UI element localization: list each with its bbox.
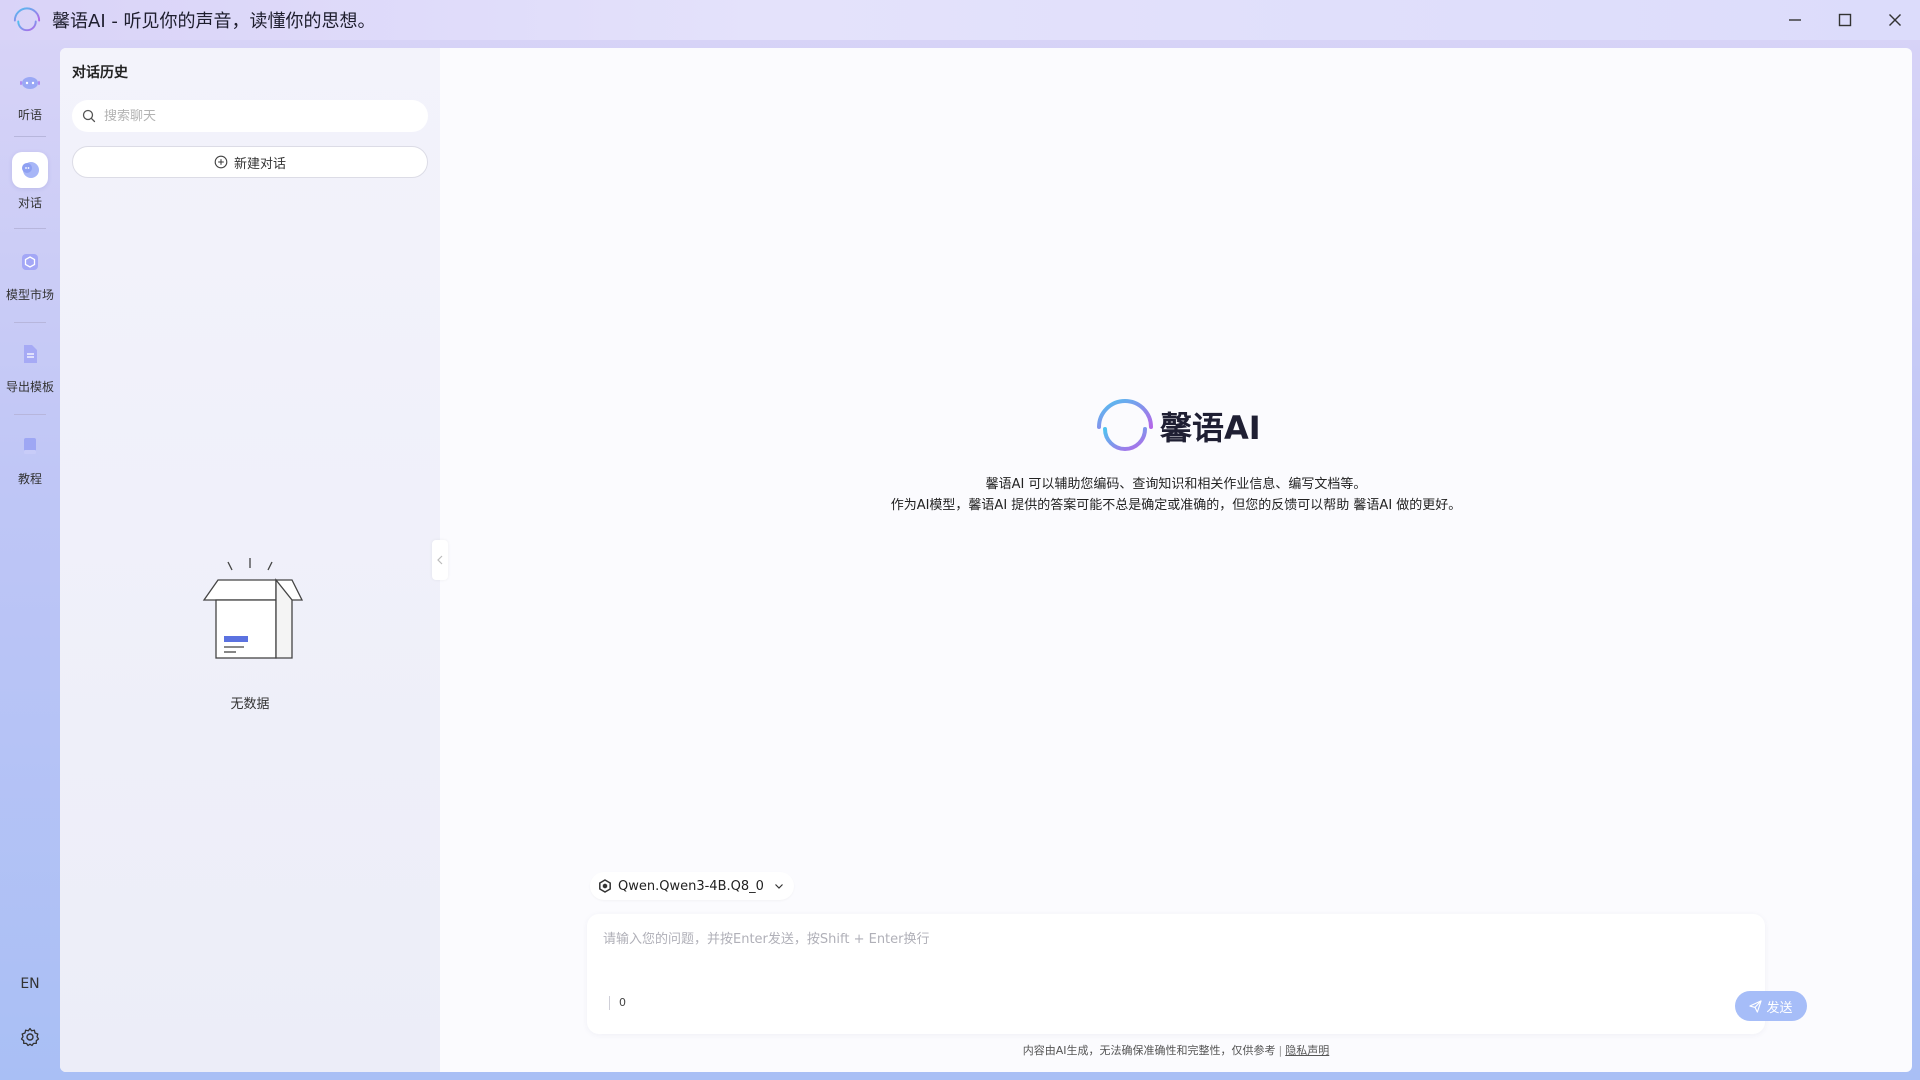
hero-description: 馨语AI 可以辅助您编码、查询知识和相关作业信息、编写文档等。 [985, 477, 1367, 492]
privacy-link[interactable]: 隐私声明 [1285, 1044, 1329, 1057]
tutorial-book-icon [24, 438, 36, 454]
title-bar: 馨语AI - 听见你的声音，读懂你的思想。 [0, 0, 1920, 40]
minimize-icon [1789, 19, 1801, 21]
footer-note: 内容由AI生成，无法确保准确性和完整性，仅供参考 | 隐私声明 [440, 1042, 1912, 1058]
nav-divider [14, 136, 46, 137]
model-selector[interactable]: Qwen.Qwen3-4B.Q8_0 [590, 872, 794, 900]
nav-divider [14, 228, 46, 229]
maximize-button[interactable] [1820, 0, 1870, 40]
app-logo-icon [13, 7, 41, 37]
maximize-icon [1838, 13, 1852, 27]
message-input[interactable] [603, 928, 1743, 968]
history-panel: 对话历史 新建对话 [60, 48, 440, 1072]
nav-item-tutorial[interactable]: 教程 [0, 428, 60, 487]
model-market-icon [22, 254, 38, 270]
close-button[interactable] [1870, 0, 1920, 40]
listen-icon [20, 77, 40, 89]
nav-label-export-template: 导出模板 [5, 380, 54, 394]
empty-state-label: 无数据 [230, 697, 270, 712]
nav-item-export-template[interactable]: 导出模板 [0, 336, 60, 395]
counter-divider [609, 996, 610, 1010]
char-counter: 0 [619, 996, 626, 1009]
plus-circle-icon [214, 155, 228, 169]
nav-rail: 听语 对话 模型市场 导出模板 教程 EN [0, 40, 60, 1080]
nav-item-listen[interactable]: 听语 [0, 64, 60, 123]
settings-gear-icon[interactable] [20, 1027, 40, 1047]
nav-item-chat[interactable]: 对话 [0, 152, 60, 211]
send-label: 发送 [1766, 1000, 1793, 1016]
chevron-left-icon [437, 555, 443, 565]
nav-item-model-market[interactable]: 模型市场 [0, 244, 60, 303]
search-icon [82, 109, 96, 123]
close-icon [1889, 14, 1901, 26]
search-input[interactable] [104, 108, 414, 124]
window-title: 馨语AI - 听见你的声音，读懂你的思想。 [52, 11, 376, 32]
language-toggle[interactable]: EN [0, 976, 60, 992]
window-controls [1770, 0, 1920, 40]
brand-name: 馨语AI [1160, 409, 1261, 447]
send-button[interactable]: 发送 [1735, 991, 1807, 1021]
collapse-panel-button[interactable] [432, 540, 448, 580]
empty-box-icon [202, 558, 304, 659]
new-chat-label: 新建对话 [233, 156, 286, 172]
model-logo-icon [599, 879, 611, 893]
main-card: 对话历史 新建对话 [60, 48, 1912, 1072]
history-search [72, 100, 428, 132]
nav-label-chat: 对话 [17, 196, 42, 210]
nav-label-tutorial: 教程 [17, 472, 42, 486]
footer-separator: | [1278, 1044, 1283, 1057]
hero-disclaimer: 作为AI模型，馨语AI 提供的答案可能不总是确定或准确的，但您的反馈可以帮助 馨… [890, 498, 1462, 513]
export-template-icon [24, 345, 37, 363]
ai-disclaimer: 内容由AI生成，无法确保准确性和完整性，仅供参考 [1022, 1044, 1276, 1057]
send-plane-icon [1749, 999, 1763, 1013]
brand-logo-icon [1093, 399, 1157, 461]
nav-label-listen: 听语 [17, 108, 42, 122]
history-title: 对话历史 [72, 65, 128, 81]
nav-label-model-market: 模型市场 [5, 288, 54, 302]
model-selected-label: Qwen.Qwen3-4B.Q8_0 [618, 878, 764, 894]
nav-divider [14, 414, 46, 415]
minimize-button[interactable] [1770, 0, 1820, 40]
nav-divider [14, 322, 46, 323]
chat-icon [22, 162, 39, 178]
new-chat-button[interactable]: 新建对话 [72, 146, 428, 178]
message-composer: 0 发送 [587, 914, 1807, 1034]
chevron-down-icon [774, 884, 783, 889]
